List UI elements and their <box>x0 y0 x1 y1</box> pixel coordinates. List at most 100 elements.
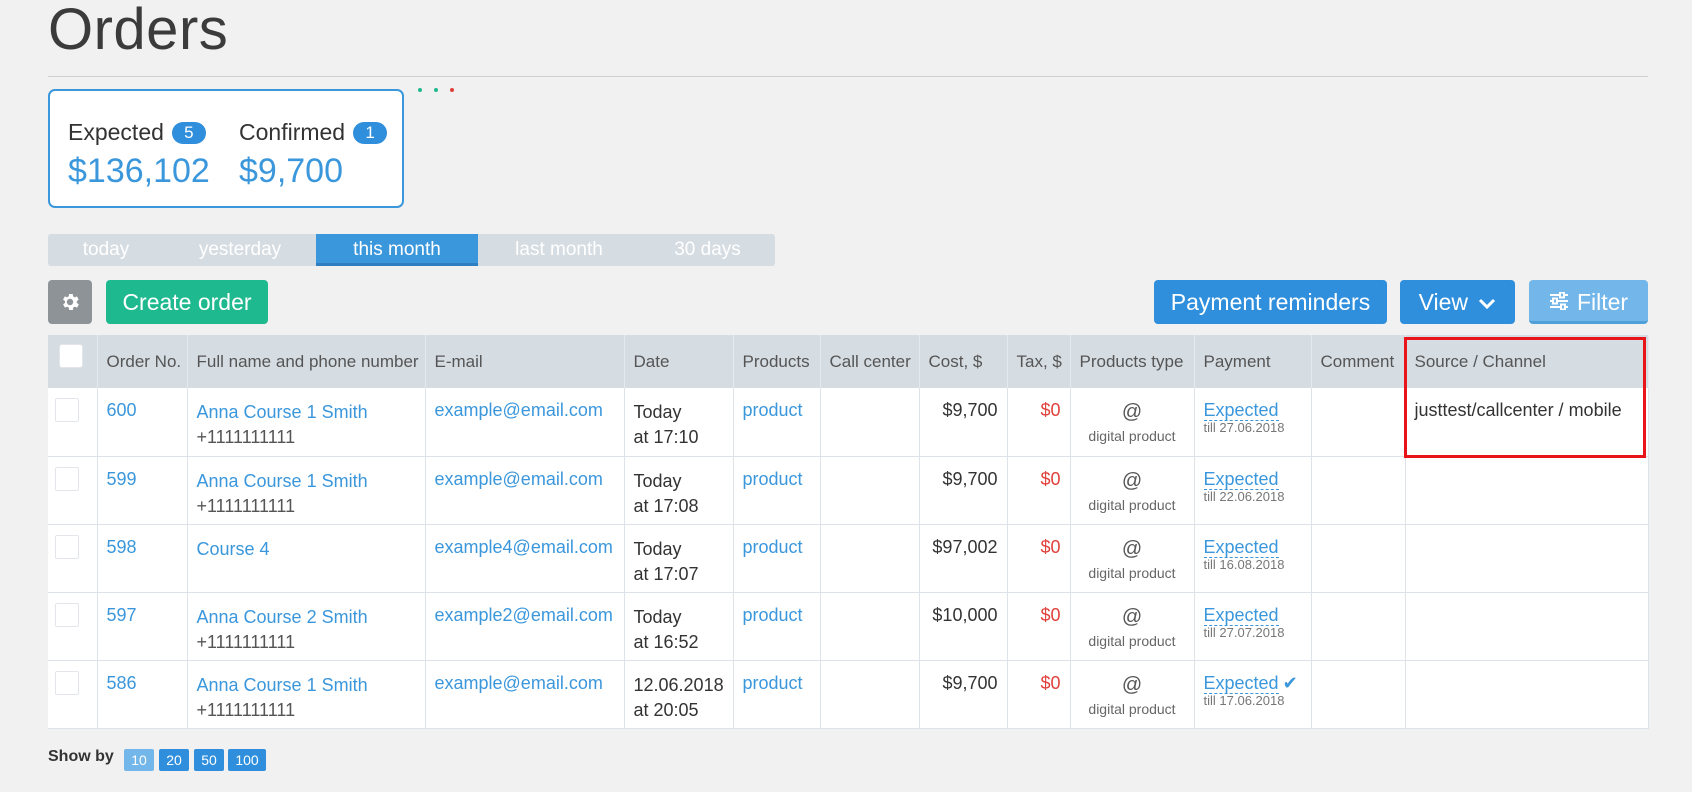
table-row[interactable]: 597 Anna Course 2 Smith +1111111111 example… <box>48 592 1649 661</box>
products-cell: product <box>733 592 821 661</box>
product-link[interactable]: product <box>743 673 803 693</box>
customer-name-link[interactable]: Anna Course 1 Smith <box>197 469 416 494</box>
customer-name-link[interactable]: Anna Course 1 Smith <box>197 400 416 425</box>
source-channel-cell <box>1405 660 1649 729</box>
row-checkbox[interactable] <box>55 466 79 491</box>
column-header[interactable]: Call center <box>820 335 920 388</box>
column-header[interactable]: Products <box>733 335 821 388</box>
filter-button[interactable]: Filter <box>1529 280 1648 324</box>
products-type-cell: @ digital product <box>1070 660 1195 729</box>
cost-cell: $10,000 <box>919 592 1008 661</box>
customer-phone: +1111111111 <box>196 495 296 516</box>
call-center-cell <box>820 456 920 525</box>
tab-30-days[interactable]: 30 days <box>640 234 775 266</box>
column-header[interactable]: Payment <box>1194 335 1312 388</box>
email-link[interactable]: example@email.com <box>435 400 603 420</box>
order-number-cell: 600 <box>97 388 188 457</box>
row-checkbox[interactable] <box>55 602 79 627</box>
payment-status-link[interactable]: Expected <box>1203 604 1279 626</box>
tab-this-month[interactable]: this month <box>316 234 478 266</box>
order-number-link[interactable]: 598 <box>107 537 137 557</box>
table-row[interactable]: 586 Anna Course 1 Smith +1111111111 example… <box>48 660 1649 729</box>
product-link[interactable]: product <box>743 537 803 557</box>
customer-name-link[interactable]: Anna Course 1 Smith <box>197 673 416 698</box>
email-link[interactable]: example@email.com <box>435 469 603 489</box>
tab-yesterday[interactable]: yesterday <box>164 234 316 266</box>
date-cell: Today at 17:07 <box>624 524 734 593</box>
column-header[interactable]: Comment <box>1311 335 1406 388</box>
at-sign-icon: @ <box>1121 401 1143 423</box>
row-select-cell <box>48 592 98 661</box>
confirmed-stat[interactable]: Confirmed 1 $9,700 <box>239 119 388 191</box>
products-type-label: digital product <box>1088 564 1176 581</box>
page-size-100[interactable]: 100 <box>228 749 266 771</box>
customer-name-link[interactable]: Anna Course 2 Smith <box>197 605 416 630</box>
payment-status-link[interactable]: Expected <box>1203 400 1279 421</box>
payment-reminders-button[interactable]: Payment reminders <box>1154 280 1387 324</box>
tab-today[interactable]: today <box>48 234 164 266</box>
page-size-20[interactable]: 20 <box>159 749 189 771</box>
tax-cell: $0 <box>1007 388 1071 457</box>
order-number-link[interactable]: 600 <box>107 400 137 420</box>
payment-due-date: till 16.08.2018 <box>1203 556 1285 572</box>
email-link[interactable]: example@email.com <box>435 673 603 693</box>
email-cell: example2@email.com <box>425 592 625 661</box>
call-center-cell <box>820 660 920 729</box>
order-number-link[interactable]: 586 <box>107 673 137 693</box>
row-checkbox[interactable] <box>55 398 79 422</box>
row-select-cell <box>48 660 98 729</box>
tax-cell: $0 <box>1007 524 1071 593</box>
payment-cell: Expected till 22.06.2018 <box>1194 456 1312 525</box>
table-row[interactable]: 599 Anna Course 1 Smith +1111111111 example… <box>48 456 1649 525</box>
table-row[interactable]: 600 Anna Course 1 Smith +1111111111 example… <box>48 388 1649 457</box>
products-type-cell: @ digital product <box>1070 524 1195 593</box>
settings-button[interactable] <box>48 280 92 324</box>
row-checkbox[interactable] <box>55 670 79 695</box>
comment-cell <box>1311 660 1406 729</box>
order-date: 12.06.2018 <box>633 674 724 695</box>
view-button[interactable]: View <box>1400 280 1515 324</box>
email-cell: example@email.com <box>425 660 625 729</box>
product-link[interactable]: product <box>743 469 803 489</box>
status-dot <box>418 88 422 92</box>
create-order-button[interactable]: Create order <box>106 280 268 324</box>
column-header[interactable]: Cost, $ <box>919 335 1008 388</box>
order-number-link[interactable]: 597 <box>107 605 137 625</box>
payment-due-date: till 17.06.2018 <box>1203 692 1285 708</box>
page-title: Orders <box>48 0 229 62</box>
payment-status-link[interactable]: Expected <box>1203 536 1279 558</box>
products-type-label: digital product <box>1088 632 1176 649</box>
expected-stat[interactable]: Expected 5 $136,102 <box>68 119 210 191</box>
source-channel-cell: justtest/callcenter / mobile <box>1405 388 1649 457</box>
page-size-50[interactable]: 50 <box>194 749 224 771</box>
payment-status-link[interactable]: Expected <box>1203 468 1279 490</box>
table-row[interactable]: 598 Course 4 example4@email.com Today at 17:… <box>48 524 1649 593</box>
product-link[interactable]: product <box>743 400 803 420</box>
payment-status-link[interactable]: Expected <box>1203 672 1279 694</box>
row-select-cell <box>48 524 98 593</box>
order-time: at 17:07 <box>633 563 699 584</box>
table-header-row: Order No. Full name and phone number E-m… <box>48 335 1649 388</box>
payment-due-date: till 27.06.2018 <box>1203 420 1285 435</box>
comment-cell <box>1311 456 1406 525</box>
status-dot <box>434 88 438 92</box>
email-link[interactable]: example4@email.com <box>435 537 613 557</box>
confirmed-label: Confirmed <box>239 119 346 145</box>
column-header[interactable]: Order No. <box>97 335 188 388</box>
column-header[interactable]: Full name and phone number <box>187 335 426 388</box>
column-header[interactable]: Source / Channel <box>1405 335 1649 388</box>
select-all-checkbox[interactable] <box>59 343 83 368</box>
column-header[interactable]: Tax, $ <box>1007 335 1071 388</box>
column-header[interactable]: Products type <box>1070 335 1195 388</box>
column-header[interactable]: E-mail <box>425 335 625 388</box>
order-number-link[interactable]: 599 <box>107 469 137 489</box>
page-size-10[interactable]: 10 <box>124 749 154 771</box>
tab-last-month[interactable]: last month <box>478 234 640 266</box>
source-channel-cell <box>1405 456 1649 525</box>
customer-name-link[interactable]: Course 4 <box>197 537 416 562</box>
column-header[interactable]: Date <box>624 335 734 388</box>
row-checkbox[interactable] <box>55 534 79 559</box>
email-link[interactable]: example2@email.com <box>435 605 613 625</box>
product-link[interactable]: product <box>743 605 803 625</box>
order-date: Today <box>633 538 682 559</box>
